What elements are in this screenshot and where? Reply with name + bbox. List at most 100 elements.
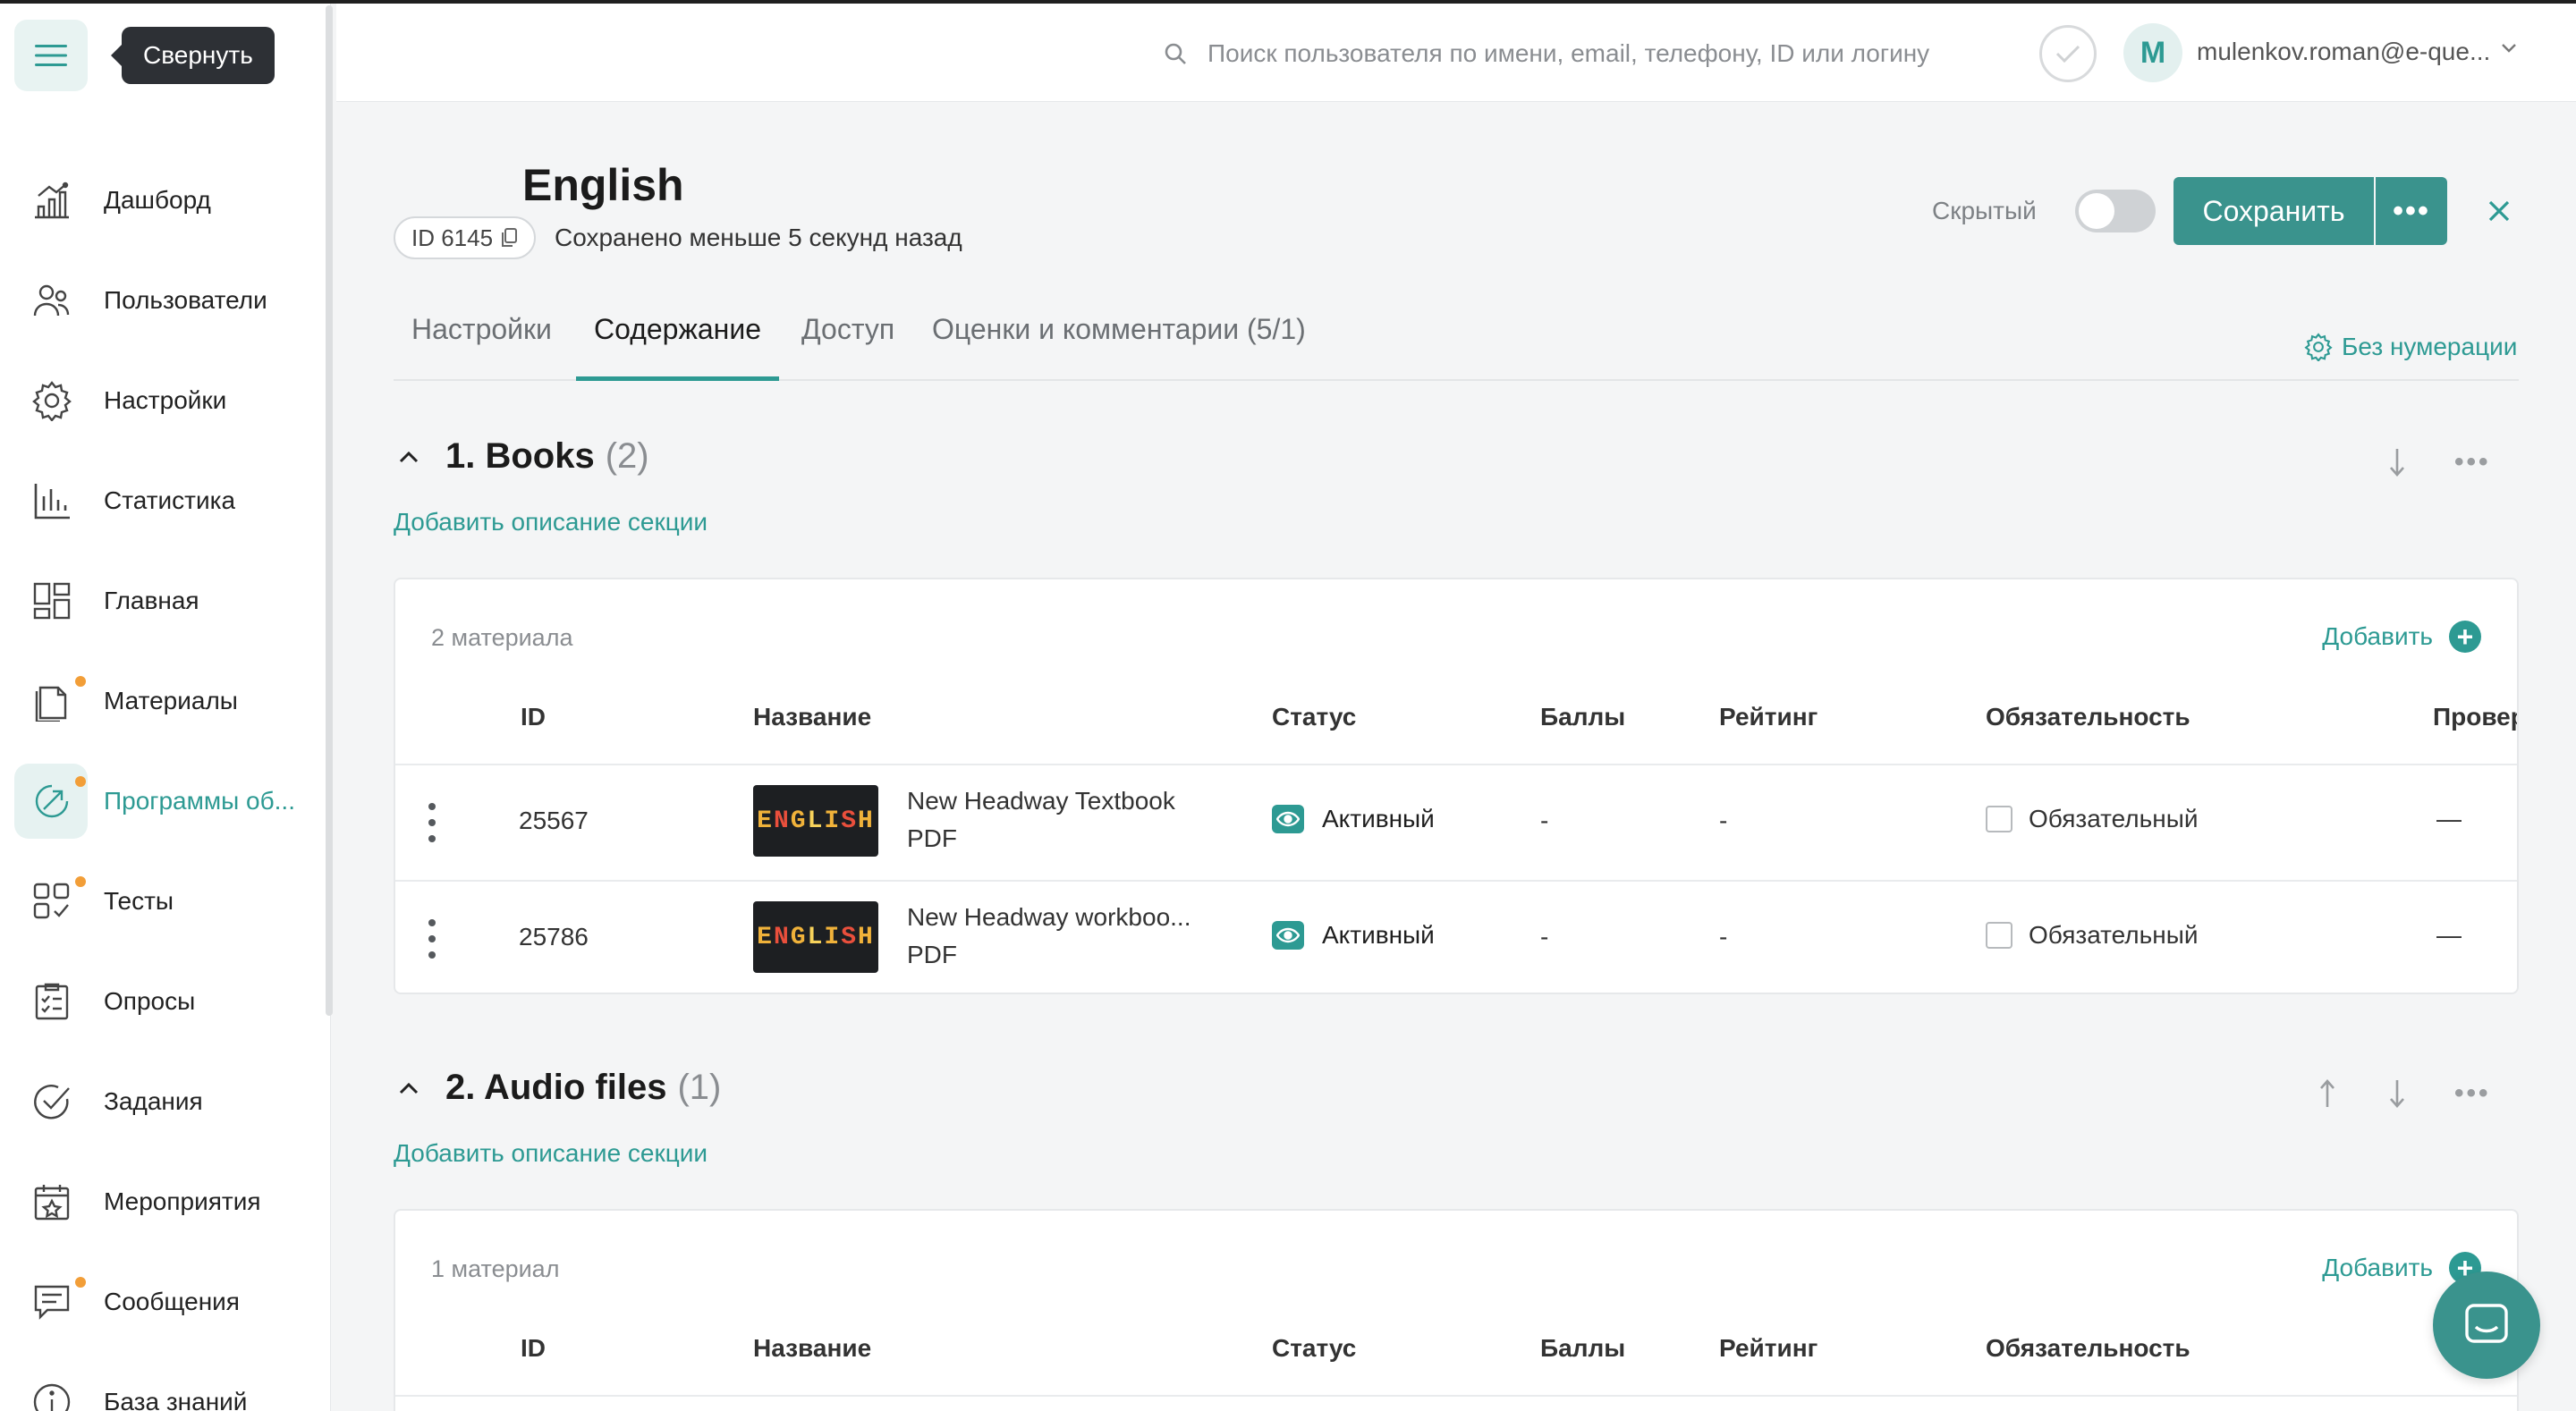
thumbnail-word: ENGLISH [757, 923, 875, 951]
section-header[interactable]: 1. Books (2) [394, 436, 649, 477]
material-type: PDF [907, 824, 957, 852]
column-header-name[interactable]: Название [753, 1334, 871, 1363]
column-header-id[interactable]: ID [521, 703, 546, 731]
table-row[interactable]: 25567 ENGLISH New Headway Textbook PDF А… [395, 764, 2517, 880]
checkbox-icon[interactable] [1986, 806, 2012, 832]
tab-bar: Настройки Содержание Доступ Оценки и ком… [394, 300, 2519, 381]
arrow-down-icon[interactable] [2388, 447, 2406, 477]
copy-icon[interactable] [500, 227, 518, 249]
sidebar-scrollbar[interactable] [326, 5, 333, 1016]
sidebar-item-home[interactable]: Главная [0, 551, 322, 651]
column-header-required[interactable]: Обязательность [1986, 703, 2190, 731]
program-arrow-icon [30, 780, 73, 823]
sidebar-item-tests[interactable]: Тесты [0, 851, 322, 951]
saved-status: Сохранено меньше 5 секунд назад [555, 224, 962, 251]
save-button[interactable]: Сохранить [2174, 177, 2374, 245]
required-label: Обязательный [2029, 805, 2199, 832]
column-header-rating[interactable]: Рейтинг [1719, 703, 1818, 731]
status-badge[interactable]: Активный [1272, 921, 1435, 950]
gear-icon [2304, 333, 2333, 361]
users-icon [30, 279, 73, 322]
column-header-points[interactable]: Баллы [1540, 1334, 1625, 1363]
menu-toggle-button[interactable] [14, 20, 88, 91]
sidebar-item-messages[interactable]: Сообщения [0, 1252, 322, 1352]
thumbnail-word: ENGLISH [757, 807, 875, 835]
sidebar-item-label: Программы об... [104, 787, 295, 815]
column-header-status[interactable]: Статус [1272, 1334, 1356, 1363]
points-value: - [1540, 807, 1549, 834]
tasks-status-button[interactable] [2039, 25, 2097, 82]
avatar[interactable]: M [2123, 23, 2182, 82]
sidebar-item-statistics[interactable]: Статистика [0, 451, 322, 551]
sidebar-item-label: Настройки [104, 386, 227, 414]
chat-launcher-button[interactable] [2433, 1272, 2540, 1379]
close-button[interactable] [2481, 190, 2517, 232]
check-circle-icon [30, 1080, 73, 1123]
sidebar-item-settings[interactable]: Настройки [0, 351, 322, 451]
top-header: Поиск пользователя по имени, email, теле… [336, 4, 2576, 102]
materials-count: 1 материал [431, 1255, 560, 1282]
notification-dot [75, 676, 86, 687]
more-actions-button[interactable]: ••• [2376, 177, 2447, 245]
checkbox-icon[interactable] [1986, 922, 2012, 949]
calendar-star-icon [30, 1180, 73, 1223]
points-value: - [1540, 923, 1549, 951]
tab-settings[interactable]: Настройки [411, 313, 552, 381]
table-row[interactable]: 25786 ENGLISH New Headway workboo... PDF… [395, 880, 2517, 993]
add-section-description-link[interactable]: Добавить описание секции [394, 1139, 708, 1168]
chevron-up-icon[interactable] [399, 451, 419, 463]
sidebar-item-users[interactable]: Пользователи [0, 250, 322, 351]
add-material-button[interactable]: Добавить + [2322, 621, 2481, 653]
material-thumbnail: ENGLISH [753, 901, 878, 973]
section-header[interactable]: 2. Audio files (1) [394, 1068, 721, 1108]
section-actions: ••• [2388, 447, 2491, 477]
section-more-button[interactable]: ••• [2454, 447, 2491, 477]
sidebar-nav: Дашборд Пользователи Настройки Статистик… [0, 150, 322, 1411]
notification-dot [75, 776, 86, 787]
id-badge[interactable]: ID 6145 [394, 216, 537, 259]
sidebar-item-materials[interactable]: Материалы [0, 651, 322, 751]
status-badge[interactable]: Активный [1272, 805, 1435, 833]
chevron-up-icon[interactable] [399, 1082, 419, 1094]
required-checkbox[interactable]: Обязательный [1986, 921, 2198, 950]
material-name-link[interactable]: New Headway Textbook [907, 787, 1175, 815]
sidebar-item-surveys[interactable]: Опросы [0, 951, 322, 1052]
column-header-required[interactable]: Обязательность [1986, 1334, 2190, 1363]
column-header-check[interactable]: Провер [2433, 703, 2517, 731]
column-header-rating[interactable]: Рейтинг [1719, 1334, 1818, 1363]
status-label: Активный [1322, 921, 1435, 949]
user-search[interactable]: Поиск пользователя по имени, email, теле… [1163, 30, 1929, 77]
add-section-description-link[interactable]: Добавить описание секции [394, 508, 708, 537]
column-header-status[interactable]: Статус [1272, 703, 1356, 731]
arrow-down-icon[interactable] [2388, 1078, 2406, 1109]
drag-handle-icon[interactable] [428, 919, 436, 959]
materials-count: 2 материала [431, 624, 573, 651]
sidebar-item-knowledge-base[interactable]: База знаний [0, 1352, 322, 1411]
numbering-settings-button[interactable]: Без нумерации [2304, 333, 2517, 361]
sidebar-item-label: Главная [104, 587, 199, 614]
check-value: — [2436, 805, 2462, 832]
hidden-toggle[interactable] [2075, 190, 2156, 232]
tab-access[interactable]: Доступ [801, 313, 894, 381]
column-header-points[interactable]: Баллы [1540, 703, 1625, 731]
sidebar-item-dashboard[interactable]: Дашборд [0, 150, 322, 250]
drag-handle-icon[interactable] [428, 803, 436, 842]
arrow-up-icon[interactable] [2318, 1078, 2336, 1109]
chevron-down-icon[interactable] [2501, 43, 2517, 54]
section-more-button[interactable]: ••• [2454, 1078, 2491, 1109]
sidebar-item-programs[interactable]: Программы об... [0, 751, 322, 851]
sidebar-item-events[interactable]: Мероприятия [0, 1152, 322, 1252]
required-checkbox[interactable]: Обязательный [1986, 805, 2198, 833]
tab-content[interactable]: Содержание [576, 313, 780, 381]
column-header-id[interactable]: ID [521, 1334, 546, 1363]
sidebar-item-label: База знаний [104, 1388, 248, 1411]
notification-dot [75, 876, 86, 887]
tab-ratings-comments[interactable]: Оценки и комментарии (5/1) [932, 313, 1306, 381]
user-email[interactable]: mulenkov.roman@e-que... [2197, 38, 2490, 66]
required-label: Обязательный [2029, 921, 2199, 949]
sidebar-item-tasks[interactable]: Задания [0, 1052, 322, 1152]
search-input[interactable]: Поиск пользователя по имени, email, теле… [1208, 39, 1929, 68]
material-name-link[interactable]: New Headway workboo... [907, 903, 1191, 932]
column-header-name[interactable]: Название [753, 703, 871, 731]
sidebar-item-label: Дашборд [104, 186, 211, 214]
